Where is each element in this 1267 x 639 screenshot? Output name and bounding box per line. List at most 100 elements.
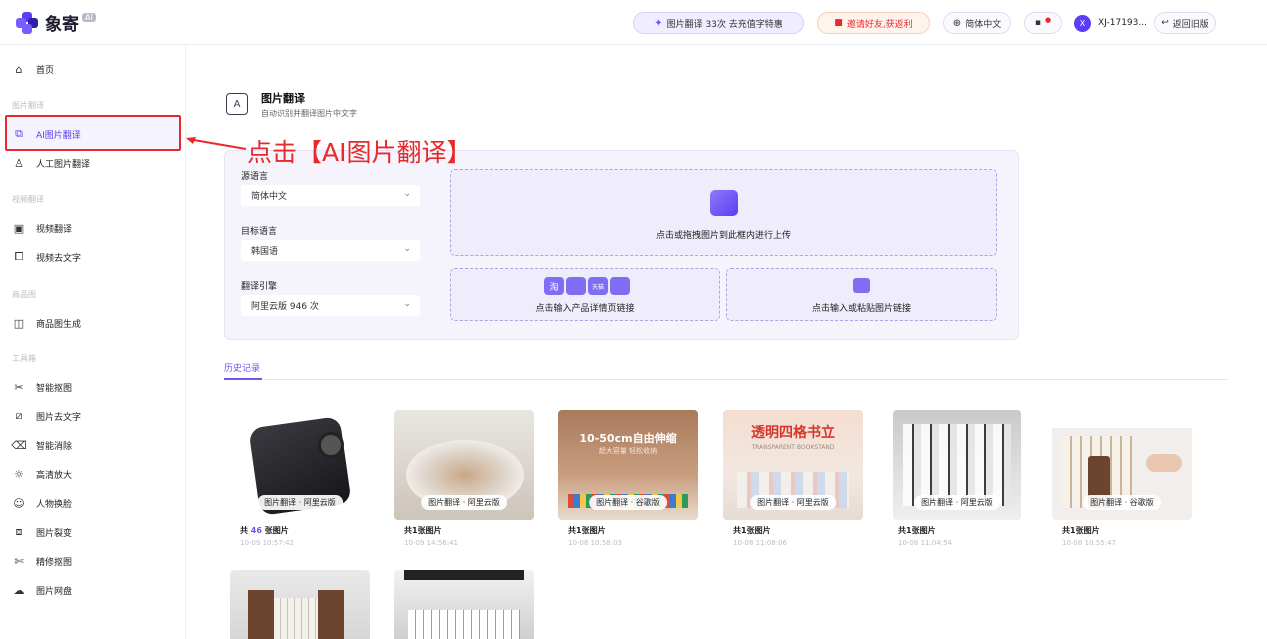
home-icon: ⌂ <box>15 62 23 76</box>
top-header: 象寄 AI ✦ 图片翻译 33次 去充值字特惠 ■ 邀请好友,获返利 ⊕ 简体中… <box>0 0 1267 45</box>
sidebar-item-video-translate[interactable]: ▣ 视频翻译 <box>11 218 72 238</box>
platform-icons: 淘 天猫 <box>544 277 630 295</box>
card-image-subline: TRANSPARENT BOOKSTAND <box>751 444 835 451</box>
sidebar-item-upscale[interactable]: ☼ 高清放大 <box>11 464 72 484</box>
sidebar-item-cloud-drive[interactable]: ☁ 图片网盘 <box>11 580 73 600</box>
app-logo[interactable]: 象寄 AI <box>16 10 96 35</box>
platform4-icon <box>610 277 630 295</box>
history-card-badge: 图片翻译 · 阿里云版 <box>750 495 836 510</box>
history-card-count: 共1张图片 <box>568 525 606 536</box>
chevron-down-icon: ⌄ <box>403 189 411 199</box>
sidebar-item-ai-translate[interactable]: ⧉ AI图片翻译 <box>11 124 81 144</box>
sidebar-item-label: 视频去文字 <box>36 253 82 264</box>
sidebar-item-face-swap[interactable]: ☺ 人物换脸 <box>11 493 72 513</box>
sidebar-item-home[interactable]: ⌂ 首页 <box>11 59 55 79</box>
bookend-pair-image <box>318 590 344 639</box>
message-pill[interactable]: ▪ ● <box>1024 12 1062 34</box>
sidebar-item-remove-text[interactable]: ⧄ 图片去文字 <box>11 406 82 426</box>
bookend-pair-image <box>248 590 274 639</box>
sidebar-item-split[interactable]: ⧈ 图片裂变 <box>11 522 73 542</box>
sidebar-item-label: 智能消除 <box>36 441 73 452</box>
sidebar-item-label: 人物换脸 <box>36 499 73 510</box>
history-card-image[interactable]: 图片翻译 · 阿里云版 <box>394 410 534 520</box>
invite-text: 邀请好友,获返利 <box>846 19 913 30</box>
translate-icon: ⧉ <box>15 127 23 140</box>
sidebar-item-video-remove-text[interactable]: ⧠ 视频去文字 <box>11 247 81 267</box>
count-prefix: 共 <box>733 526 741 535</box>
history-card-badge: 图片翻译 · 谷歌版 <box>589 495 667 510</box>
engine-label: 翻译引擎 <box>241 282 278 292</box>
split-icon: ⧈ <box>15 525 23 538</box>
hand-image <box>1146 454 1182 472</box>
invite-pill[interactable]: ■ 邀请好友,获返利 <box>817 12 930 34</box>
chat-icon: ▪ <box>1034 18 1041 28</box>
sidebar-item-label: 图片网盘 <box>36 586 73 597</box>
product-icon: ◫ <box>13 316 25 330</box>
sidebar-item-erase[interactable]: ⌫ 智能消除 <box>11 435 72 455</box>
scissors-icon: ✂ <box>14 380 24 394</box>
count-suffix: 张图片 <box>581 526 606 535</box>
count-suffix: 张图片 <box>264 526 289 535</box>
history-card-image[interactable] <box>394 570 534 639</box>
banner-strip-image <box>404 570 524 580</box>
history-card-image[interactable]: 10-50cm自由伸缩 超大容量 轻松收纳 图片翻译 · 谷歌版 <box>558 410 698 520</box>
history-card-image[interactable] <box>230 570 370 639</box>
shelf-image <box>903 424 1011 506</box>
sidebar-group-video: 视频翻译 <box>12 195 44 204</box>
engine-value: 阿里云版 946 次 <box>251 302 319 312</box>
sidebar-item-product-image[interactable]: ◫ 商品图生成 <box>11 313 81 333</box>
upload-image-icon <box>710 190 738 216</box>
book-row-image <box>408 610 520 639</box>
sidebar-item-cutout[interactable]: ✂ 智能抠图 <box>11 377 72 397</box>
history-card-count: 共 46 张图片 <box>240 525 289 536</box>
history-card-time: 10-08 11:04:54 <box>898 539 953 547</box>
notification-dot-icon: ● <box>1045 16 1052 24</box>
product-link-box[interactable]: 淘 天猫 点击输入产品详情页链接 <box>450 268 720 321</box>
history-card-image[interactable]: 图片翻译 · 谷歌版 <box>1052 410 1192 520</box>
user-name: XJ-17193... <box>1098 18 1147 28</box>
annotation-label: 点击【AI图片翻译】 <box>247 138 472 167</box>
source-language-select[interactable]: 简体中文 ⌄ <box>241 185 420 206</box>
history-card-time: 10-08 10:55:47 <box>1062 539 1117 547</box>
taobao-icon: 淘 <box>544 277 564 295</box>
quota-pill[interactable]: ✦ 图片翻译 33次 去充值字特惠 <box>633 12 804 34</box>
link-image-icon <box>853 278 870 293</box>
sidebar-item-fine-cutout[interactable]: ✄ 精修抠图 <box>11 551 72 571</box>
sidebar-group-tools: 工具箱 <box>12 354 36 363</box>
history-divider <box>224 379 1227 380</box>
globe-icon: ⊕ <box>952 17 962 29</box>
old-version-text: 返回旧版 <box>1172 19 1209 30</box>
cloud-icon: ☁ <box>13 583 25 597</box>
history-card-image[interactable]: 透明四格书立 TRANSPARENT BOOKSTAND 图片翻译 · 阿里云版 <box>723 410 863 520</box>
target-language-value: 韩国语 <box>251 247 279 257</box>
history-card-image[interactable]: 图片翻译 · 阿里云版 <box>893 410 1021 520</box>
source-language-label: 源语言 <box>241 172 269 182</box>
sidebar-item-human-translate[interactable]: ♙ 人工图片翻译 <box>11 153 90 173</box>
source-language-value: 简体中文 <box>251 192 288 202</box>
remove-text-icon: ⧄ <box>15 409 23 422</box>
history-card-image[interactable]: 图片翻译 · 阿里云版 <box>230 410 370 520</box>
image-link-box[interactable]: 点击输入或粘贴图片链接 <box>726 268 997 321</box>
page-subtitle: 自动识别并翻译图片中文字 <box>261 109 357 118</box>
count-suffix: 张图片 <box>746 526 771 535</box>
history-card-time: 10-09 10:57:42 <box>240 539 295 547</box>
sidebar-item-label: 精修抠图 <box>36 557 73 568</box>
count-suffix: 张图片 <box>417 526 442 535</box>
target-language-select[interactable]: 韩国语 ⌄ <box>241 240 420 261</box>
language-pill[interactable]: ⊕ 简体中文 <box>943 12 1011 34</box>
tab-history[interactable]: 历史记录 <box>224 361 260 374</box>
sidebar-group-image-translate: 图片翻译 <box>12 101 44 110</box>
upload-dropzone[interactable]: 点击或拖拽图片到此框内进行上传 <box>450 169 997 256</box>
return-icon: ↩ <box>1161 18 1169 28</box>
engine-select[interactable]: 阿里云版 946 次 ⌄ <box>241 295 420 316</box>
sidebar-item-label: 人工图片翻译 <box>36 159 91 170</box>
sun-icon: ☼ <box>14 467 24 481</box>
eraser-icon: ⌫ <box>11 438 27 452</box>
history-card-badge: 图片翻译 · 阿里云版 <box>421 495 507 510</box>
old-version-button[interactable]: ↩ 返回旧版 <box>1154 12 1216 34</box>
sidebar-item-label: 视频翻译 <box>36 224 73 235</box>
history-card-badge: 图片翻译 · 阿里云版 <box>914 495 1000 510</box>
logo-ai-badge: AI <box>82 13 96 22</box>
fine-scissors-icon: ✄ <box>14 554 24 568</box>
user-menu[interactable]: X XJ-17193... <box>1074 13 1147 33</box>
